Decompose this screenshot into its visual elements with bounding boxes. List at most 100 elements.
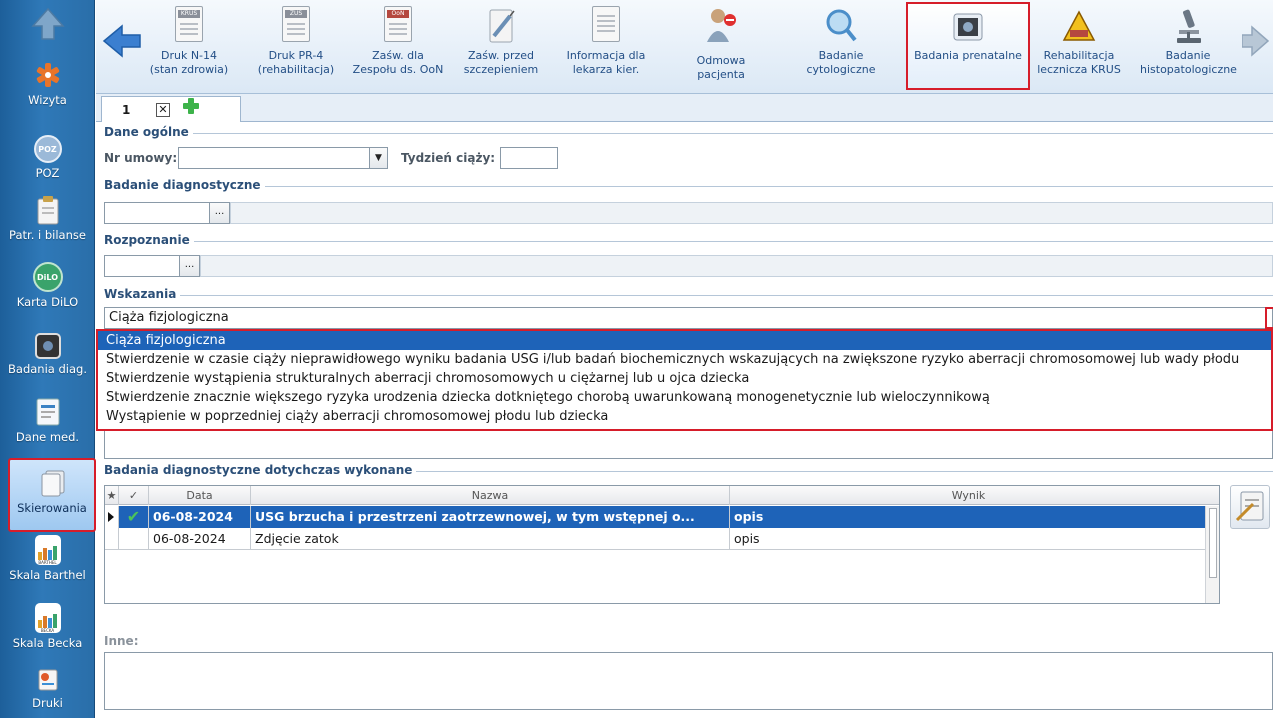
scrollbar-thumb[interactable] [1209,508,1217,578]
wskazania-option[interactable]: Wystąpienie w poprzedniej ciąży aberracj… [98,407,1271,426]
browse-button[interactable]: ... [209,203,229,223]
xray-icon [34,333,61,359]
druk-pr4-button[interactable]: ZUS Druk PR-4 (rehabilitacja) [251,4,341,90]
edit-tests-button[interactable] [1230,485,1270,529]
wskazania-combobox[interactable]: Ciąża fizjologiczna [104,307,1273,329]
informacja-lekarz-button[interactable]: Informacja dla lekarza kier. [558,4,654,90]
arrow-left-icon [102,24,141,58]
close-tab-icon[interactable]: ✕ [156,103,170,117]
column-nazwa[interactable]: Nazwa [251,486,730,505]
section-badania-dotychczas: Badania diagnostyczne dotychczas wykonan… [104,463,1273,479]
row-check-empty[interactable] [119,528,149,550]
check-icon[interactable]: ✔ [119,506,149,528]
arrow-up-icon [28,4,68,44]
sidebar-item-patr-bilanse[interactable]: Patr. i bilanse [0,195,95,242]
sidebar-item-label: Badania diag. [8,362,87,376]
rozpoznanie-input[interactable]: ... [104,255,200,277]
badanie-cytologiczne-button[interactable]: Badanie cytologiczne [796,4,886,90]
sidebar-item-skala-becka[interactable]: BECKA Skala Becka [0,603,95,650]
inne-textarea[interactable] [104,652,1273,710]
ultrasound-icon [951,6,985,46]
sidebar-item-druki[interactable]: Druki [0,667,95,710]
sidebar-item-dane-med[interactable]: Dane med. [0,397,95,444]
row-indicator [105,506,119,528]
krus-document-icon: KRUS [175,6,203,42]
patient-refusal-icon [704,6,738,46]
poz-icon: POZ [33,135,62,163]
column-check[interactable]: ✓ [119,486,149,505]
grid-scrollbar[interactable] [1205,506,1219,603]
sidebar-item-label: POZ [35,166,60,180]
table-row[interactable]: ✔ 06-08-2024 USG brzucha i przestrzeni z… [105,506,1219,528]
clipboard-icon [33,195,63,225]
tydzien-ciazy-input[interactable] [500,147,558,169]
wskazania-option[interactable]: Ciąża fizjologiczna [98,331,1271,350]
table-row[interactable]: 06-08-2024 Zdjęcie zatok opis [105,528,1219,550]
nr-umowy-combobox[interactable]: ▼ [178,147,388,169]
sidebar-item-label: Druki [32,696,63,710]
section-dane-ogolne: Dane ogólne [104,125,1273,141]
krus-warning-icon [1062,6,1096,46]
sidebar-item-label: Wizyta [28,93,67,107]
badanie-histopatologiczne-button[interactable]: Badanie histopatologiczne [1138,4,1238,90]
sidebar-item-label: Skala Becka [12,636,83,650]
section-wskazania: Wskazania [104,287,1273,303]
medical-record-icon [33,397,63,427]
sidebar-item-label: Dane med. [15,430,80,444]
tab-1[interactable]: 1 ✕ [101,96,241,123]
wskazania-dropdown-list: Ciąża fizjologiczna Stwierdzenie w czasi… [96,329,1273,431]
sidebar-item-label: Karta DiLO [16,295,79,309]
sidebar-item-wizyta[interactable]: Wizyta [0,60,95,107]
browse-button[interactable]: ... [179,256,199,276]
badanie-diagnostyczne-input[interactable]: ... [104,202,230,224]
toolbar: KRUS Druk N-14 (stan zdrowia) ZUS Druk P… [96,0,1273,94]
sidebar-item-karta-dilo[interactable]: DiLO Karta DiLO [0,262,95,309]
scroll-up-button[interactable] [0,4,95,47]
chevron-down-icon[interactable] [1265,307,1273,329]
zasw-szczepienie-button[interactable]: Zaśw. przed szczepieniem [456,4,546,90]
sidebar-item-skierowania[interactable]: Skierowania [8,458,96,532]
bar-chart-icon: BARTHEL [34,535,61,565]
document-tabs: 1 ✕ [96,94,1273,123]
sidebar-item-label: Skala Barthel [9,568,86,582]
oon-document-icon: OoN [384,6,412,42]
nr-umowy-label: Nr umowy: [104,151,178,165]
zus-document-icon: ZUS [282,6,310,42]
badania-prenatalne-button[interactable]: Badania prenatalne [906,2,1030,90]
sidebar-item-skala-barthel[interactable]: BARTHEL Skala Barthel [0,535,95,582]
column-wynik[interactable]: Wynik [730,486,1207,505]
row-name: Zdjęcie zatok [251,528,730,550]
add-tab-button[interactable] [182,97,200,115]
section-rozpoznanie: Rozpoznanie [104,233,1273,249]
wskazania-option[interactable]: Stwierdzenie wystąpienia strukturalnych … [98,369,1271,388]
column-star[interactable]: ★ [105,486,119,505]
wskazania-option[interactable]: Stwierdzenie znacznie większego ryzyka u… [98,388,1271,407]
plus-icon [183,98,199,114]
sidebar-item-badania-diag[interactable]: Badania diag. [0,333,95,376]
wskazania-option[interactable]: Stwierdzenie w czasie ciąży nieprawidłow… [98,350,1271,369]
documents-stack-icon [37,468,67,498]
badanie-diagnostyczne-description [230,202,1273,224]
column-data[interactable]: Data [149,486,251,505]
row-result: opis [734,531,760,546]
arrow-right-icon [1241,25,1270,57]
rozpoznanie-description [200,255,1273,277]
sidebar-item-poz[interactable]: POZ POZ [0,135,95,180]
rehabilitacja-krus-button[interactable]: Rehabilitacja lecznicza KRUS [1034,4,1124,90]
druk-n14-button[interactable]: KRUS Druk N-14 (stan zdrowia) [144,4,234,90]
dilo-icon: DiLO [32,262,63,292]
wskazania-details-field[interactable] [104,431,1273,459]
prior-tests-grid: ★ ✓ Data Nazwa Wynik ✔ 06-08-2024 USG br… [104,485,1220,604]
sidebar-item-label: Skierowania [17,501,87,515]
zasw-oon-button[interactable]: OoN Zaśw. dla Zespołu ds. OoN [350,4,446,90]
odmowa-pacjenta-button[interactable]: Odmowa pacjenta [670,4,772,90]
section-badanie-diagnostyczne: Badanie diagnostyczne [104,178,1273,194]
chevron-down-icon[interactable]: ▼ [369,148,387,168]
tydzien-ciazy-label: Tydzień ciąży: [401,151,496,165]
sidebar-item-label: Patr. i bilanse [9,228,86,242]
bar-chart-icon: BECKA [34,603,61,633]
medical-star-icon [33,60,63,90]
row-result: opis [734,509,764,524]
row-date: 06-08-2024 [149,528,251,550]
row-pointer-icon [108,512,114,522]
